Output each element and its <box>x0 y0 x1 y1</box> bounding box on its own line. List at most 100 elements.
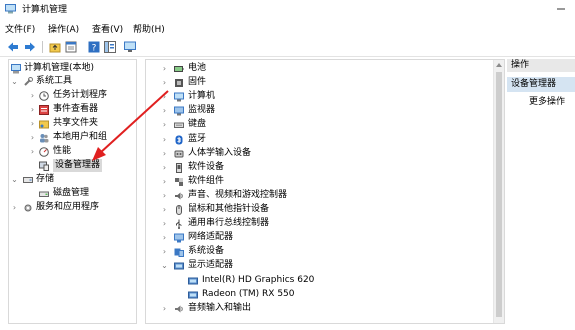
disk-management-icon <box>39 191 49 197</box>
device-label: 蓝牙 <box>188 133 207 144</box>
device-label: 软件组件 <box>188 175 225 186</box>
chevron-right-icon[interactable]: › <box>28 89 37 102</box>
device-label: 显示适配器 <box>188 260 234 271</box>
performance-icon <box>39 147 49 157</box>
computer-management-icon <box>5 4 16 14</box>
actions-device-manager[interactable]: 设备管理器 <box>507 77 575 92</box>
menu-bar: 文件(F) 操作(A) 查看(V) 帮助(H) <box>0 23 575 37</box>
software-device-icon <box>176 162 182 173</box>
chevron-down-icon[interactable]: ⌄ <box>160 259 169 272</box>
chevron-down-icon[interactable]: ⌄ <box>10 75 19 88</box>
device-label: 电池 <box>188 63 207 73</box>
chevron-right-icon[interactable]: › <box>160 76 169 89</box>
tree-label: 任务计划程序 <box>53 90 108 100</box>
tree-label: 计算机管理(本地) <box>24 63 95 73</box>
tree-label: 服务和应用程序 <box>36 202 100 212</box>
tree-label: 本地用户和组 <box>53 132 108 142</box>
chevron-right-icon[interactable]: › <box>160 147 169 160</box>
system-device-icon <box>174 248 184 258</box>
services-icon <box>24 204 32 212</box>
forward-arrow-icon[interactable] <box>24 41 36 53</box>
back-arrow-icon[interactable] <box>7 41 19 53</box>
title-bar: 计算机管理 <box>0 0 575 20</box>
device-label: 通用串行总线控制器 <box>188 218 270 229</box>
tree-label: 性能 <box>53 146 72 156</box>
device-label: 音频输入和输出 <box>188 302 252 313</box>
audio-icon <box>175 305 183 313</box>
minimize-icon[interactable] <box>554 3 568 15</box>
chevron-right-icon[interactable]: › <box>160 189 169 202</box>
chevron-right-icon[interactable]: › <box>160 217 169 230</box>
device-label: 键盘 <box>188 119 207 130</box>
display-adapter-icon <box>174 262 184 270</box>
menu-action[interactable]: 操作(A) <box>48 24 79 36</box>
vertical-scrollbar[interactable] <box>493 60 504 323</box>
device-label: 人体学输入设备 <box>188 147 252 158</box>
network-icon <box>174 233 184 243</box>
sound-icon <box>175 192 183 200</box>
menu-file[interactable]: 文件(F) <box>5 24 35 36</box>
battery-icon <box>174 66 184 72</box>
chevron-right-icon[interactable]: › <box>160 104 169 117</box>
device-label: 鼠标和其他指针设备 <box>188 204 270 214</box>
chevron-right-icon[interactable]: › <box>28 117 37 130</box>
keyboard-icon <box>174 122 184 129</box>
tree-label: 磁盘管理 <box>53 188 90 198</box>
chevron-right-icon[interactable]: › <box>160 133 169 146</box>
properties-icon[interactable] <box>65 41 77 53</box>
chevron-right-icon[interactable]: › <box>160 175 169 188</box>
device-label: 声音、视频和游戏控制器 <box>188 189 288 200</box>
users-icon <box>40 134 49 143</box>
device-label: 监视器 <box>188 105 216 116</box>
help-icon[interactable]: ? <box>88 41 100 53</box>
hid-icon <box>174 150 184 158</box>
display-adapter-icon <box>188 291 198 299</box>
chevron-down-icon[interactable]: ⌄ <box>10 173 19 186</box>
folder-up-icon[interactable] <box>49 41 61 53</box>
shared-folder-icon <box>39 120 49 129</box>
chevron-right-icon[interactable]: › <box>160 118 169 131</box>
chevron-right-icon[interactable]: › <box>160 231 169 244</box>
device-label: 系统设备 <box>188 246 225 257</box>
menu-help[interactable]: 帮助(H) <box>133 24 165 36</box>
tree-label: 存储 <box>36 174 55 184</box>
device-label: Intel(R) HD Graphics 620 <box>202 274 315 285</box>
chevron-right-icon[interactable]: › <box>28 145 37 158</box>
show-hide-icon[interactable] <box>104 41 116 53</box>
chevron-right-icon[interactable]: › <box>160 62 169 75</box>
chevron-right-icon[interactable]: › <box>160 302 169 315</box>
tree-label: 系统工具 <box>36 76 73 86</box>
chevron-right-icon[interactable]: › <box>160 161 169 174</box>
menu-view[interactable]: 查看(V) <box>92 24 123 36</box>
actions-header: 操作 <box>507 59 575 72</box>
chevron-right-icon[interactable]: › <box>160 90 169 103</box>
monitor-icon[interactable] <box>124 41 136 53</box>
more-actions-link[interactable]: 更多操作 <box>529 96 565 109</box>
chevron-right-icon[interactable]: › <box>160 245 169 258</box>
actions-pane: 操作 设备管理器 更多操作 <box>507 59 575 322</box>
svg-text:?: ? <box>92 44 97 54</box>
scroll-thumb[interactable] <box>496 72 502 317</box>
device-label: 固件 <box>188 77 207 88</box>
event-viewer-icon <box>39 105 49 115</box>
bluetooth-icon <box>175 135 183 144</box>
device-label: 软件设备 <box>188 161 225 172</box>
computer-management-icon <box>11 64 21 74</box>
chevron-right-icon[interactable]: › <box>10 201 19 214</box>
console-tree: 计算机管理(本地) ⌄ 系统工具 › 任务计划程序 › 事件查看器 › 共享文件… <box>8 59 137 324</box>
toolbar-separator <box>42 41 43 53</box>
mouse-icon <box>176 205 182 215</box>
scroll-up-icon[interactable] <box>496 63 502 67</box>
clock-icon <box>39 91 49 101</box>
tree-label: 事件查看器 <box>53 104 99 114</box>
usb-icon <box>176 219 182 230</box>
chevron-right-icon[interactable]: › <box>28 103 37 116</box>
display-adapter-icon <box>188 277 198 284</box>
device-list: › 电池 › 固件 › 计算机 › 监视器 › 键盘 › 蓝牙 › 人体学输入设备 › 软件设备 › 软件组件 › 声… <box>145 59 505 324</box>
chevron-right-icon[interactable]: › <box>160 203 169 216</box>
computer-icon <box>174 92 184 102</box>
device-label: 网络适配器 <box>188 232 234 243</box>
firmware-icon <box>175 79 183 88</box>
software-component-icon <box>175 177 183 186</box>
chevron-right-icon[interactable]: › <box>28 131 37 144</box>
